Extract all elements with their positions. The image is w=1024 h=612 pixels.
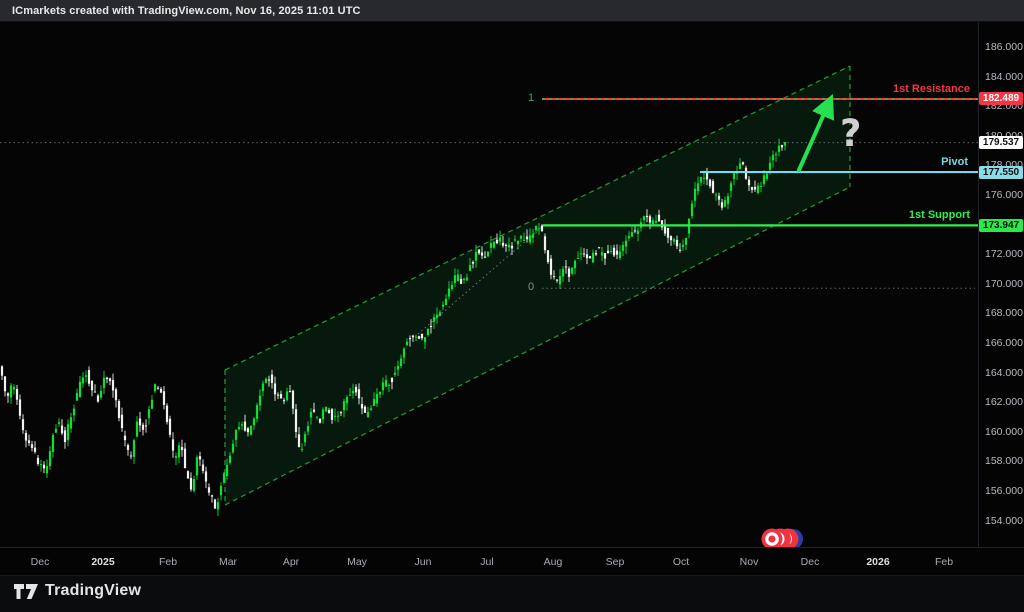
tradingview-logo[interactable]: TradingView bbox=[14, 582, 141, 600]
time-tick: Mar bbox=[219, 556, 237, 568]
chart-window: ICmarkets created with TradingView.com, … bbox=[0, 0, 1024, 612]
price-tick: 186.000 bbox=[985, 41, 1024, 53]
time-tick: Apr bbox=[283, 556, 299, 568]
support-price-badge: 173.947 bbox=[979, 219, 1023, 232]
time-tick: May bbox=[347, 556, 367, 568]
question-mark-annotation[interactable]: ? bbox=[840, 112, 861, 155]
price-tick: 154.000 bbox=[985, 515, 1024, 527]
fib-level-1-label[interactable]: 1 bbox=[528, 92, 534, 104]
resistance-line-label[interactable]: 1st Resistance bbox=[893, 83, 970, 95]
time-tick: Feb bbox=[935, 556, 953, 568]
price-tick: 160.000 bbox=[985, 426, 1024, 438]
trend-channel[interactable] bbox=[225, 66, 850, 505]
candlestick-chart[interactable] bbox=[0, 0, 1024, 612]
pivot-line-label[interactable]: Pivot bbox=[941, 156, 968, 168]
price-tick: 170.000 bbox=[985, 278, 1024, 290]
attribution-text: ICmarkets created with TradingView.com, … bbox=[12, 5, 361, 17]
fib-level-0-label[interactable]: 0 bbox=[528, 281, 534, 293]
time-scale[interactable]: Dec 2025 Feb Mar Apr May Jun Jul Aug Sep Oct Nov Dec… bbox=[0, 547, 1024, 576]
price-tick: 176.000 bbox=[985, 189, 1024, 201]
tradingview-logo-icon bbox=[14, 584, 38, 599]
price-tick: 172.000 bbox=[985, 248, 1024, 260]
price-tick: 166.000 bbox=[985, 337, 1024, 349]
time-tick: Oct bbox=[673, 556, 689, 568]
current-price-badge: 179.537 bbox=[979, 136, 1023, 149]
tradingview-logo-text: TradingView bbox=[45, 582, 141, 600]
time-tick: 2025 bbox=[91, 556, 114, 568]
time-tick: Nov bbox=[740, 556, 759, 568]
time-tick: Dec bbox=[31, 556, 50, 568]
chart-attribution-bar: ICmarkets created with TradingView.com, … bbox=[0, 0, 1024, 22]
price-tick: 158.000 bbox=[985, 455, 1024, 467]
time-tick: Sep bbox=[606, 556, 625, 568]
time-tick: Jul bbox=[480, 556, 493, 568]
time-tick: Dec bbox=[801, 556, 820, 568]
price-tick: 156.000 bbox=[985, 485, 1024, 497]
price-tick: 184.000 bbox=[985, 71, 1024, 83]
time-tick: Aug bbox=[544, 556, 563, 568]
time-tick: Feb bbox=[159, 556, 177, 568]
time-tick: 2026 bbox=[866, 556, 889, 568]
time-tick: Jun bbox=[415, 556, 432, 568]
price-tick: 162.000 bbox=[985, 396, 1024, 408]
resistance-price-badge: 182.489 bbox=[979, 92, 1023, 105]
price-tick: 168.000 bbox=[985, 307, 1024, 319]
price-tick: 164.000 bbox=[985, 367, 1024, 379]
footer-strip: TradingView bbox=[0, 575, 1024, 612]
support-line-label[interactable]: 1st Support bbox=[909, 209, 970, 221]
pivot-price-badge: 177.550 bbox=[979, 166, 1023, 179]
